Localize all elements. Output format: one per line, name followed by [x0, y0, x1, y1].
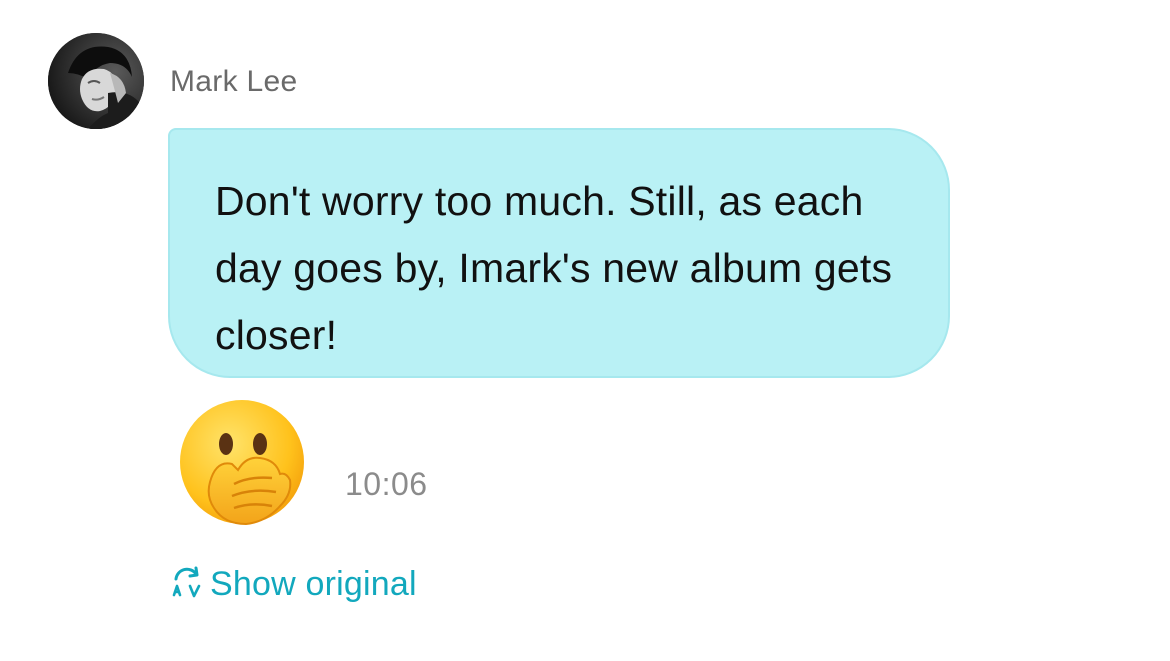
avatar-photo	[48, 33, 144, 129]
message-bubble[interactable]: Don't worry too much. Still, as each day…	[168, 128, 950, 378]
sender-name: Mark Lee	[170, 65, 298, 98]
show-original-label: Show original	[210, 565, 417, 603]
translate-refresh-icon	[170, 565, 204, 604]
face-with-hand-over-mouth-icon[interactable]	[176, 398, 312, 534]
avatar[interactable]	[48, 33, 144, 129]
message-timestamp: 10:06	[345, 466, 428, 502]
show-original-button[interactable]: Show original	[170, 562, 417, 606]
message-text: Don't worry too much. Still, as each day…	[215, 178, 893, 358]
